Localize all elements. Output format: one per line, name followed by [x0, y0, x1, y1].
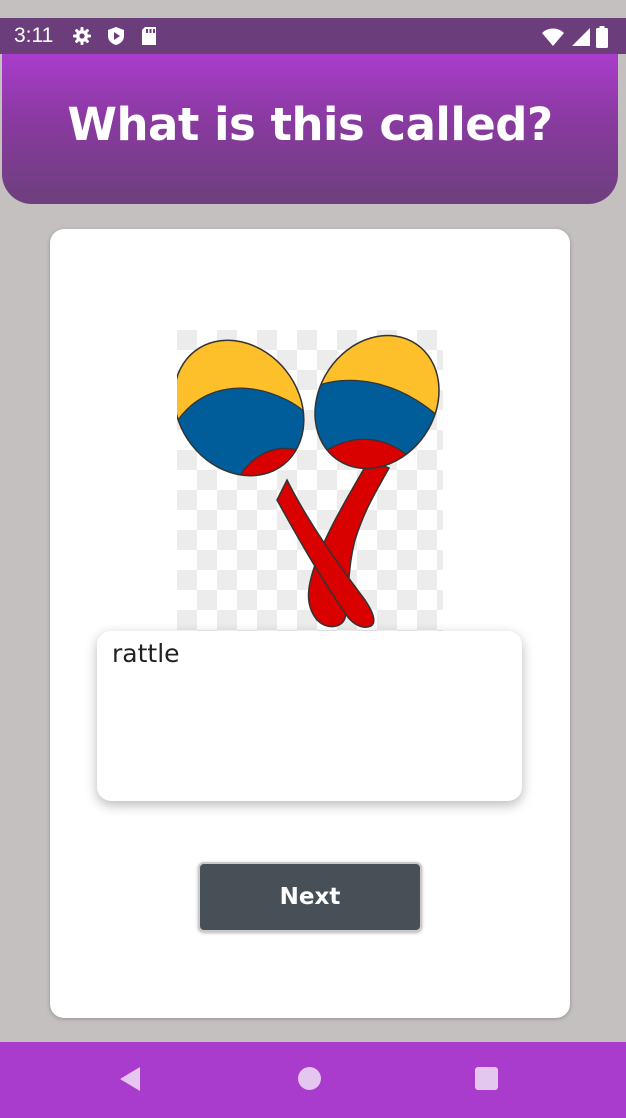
next-button[interactable]: Next: [198, 862, 422, 932]
battery-icon: [596, 26, 608, 53]
wifi-icon: [542, 27, 564, 52]
page-title: What is this called?: [67, 97, 553, 151]
recents-icon[interactable]: [475, 1067, 498, 1090]
gear-icon: [72, 26, 92, 51]
home-icon[interactable]: [298, 1067, 321, 1090]
status-icons-left: [72, 26, 158, 51]
answer-input[interactable]: rattle: [97, 631, 522, 801]
navigation-bar: [0, 1042, 626, 1118]
app-screen: 3:11 What is this called? rattle Next: [0, 0, 626, 1118]
back-icon[interactable]: [118, 1066, 142, 1097]
quiz-card: rattle Next: [50, 229, 570, 1018]
shield-play-icon: [106, 26, 126, 51]
status-icons-right: [542, 26, 608, 53]
status-bar: 3:11: [0, 18, 626, 54]
status-time: 3:11: [14, 24, 54, 47]
answer-text[interactable]: rattle: [112, 639, 180, 668]
maracas-image: [177, 330, 443, 634]
sd-card-icon: [140, 26, 158, 51]
signal-icon: [570, 27, 590, 52]
header-banner: What is this called?: [2, 54, 618, 204]
